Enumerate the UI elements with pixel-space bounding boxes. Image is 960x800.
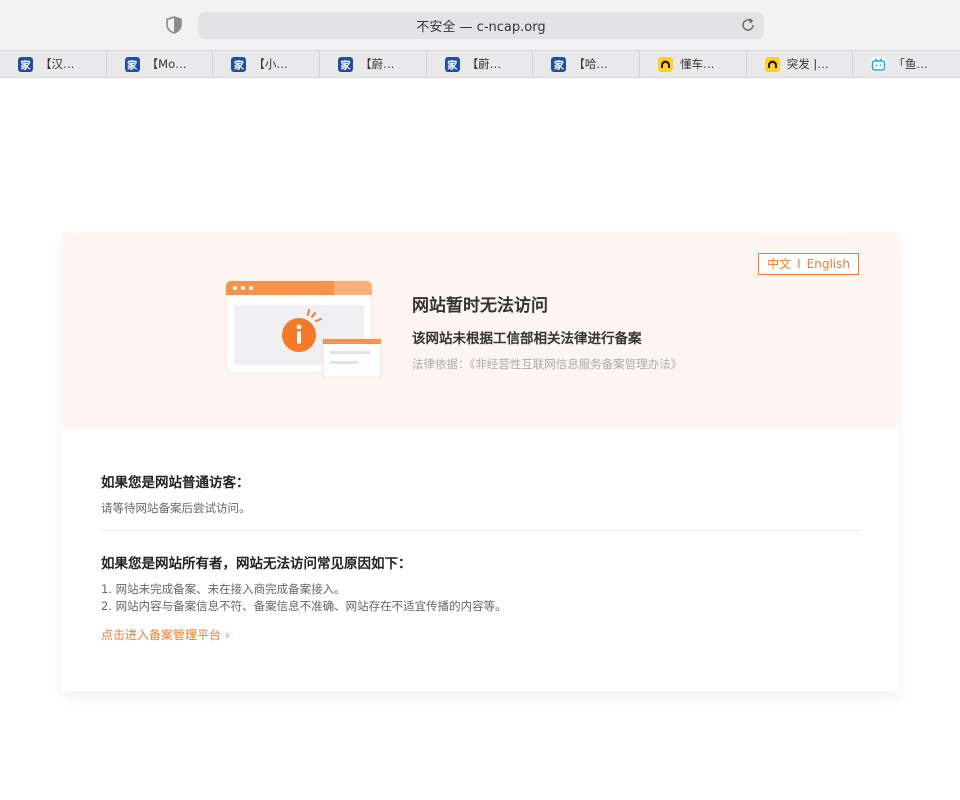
- bookmark-item[interactable]: 家 【蔚…: [427, 51, 534, 77]
- visitor-section: 如果您是网站普通访客： 请等待网站备案后尝试访问。: [101, 471, 861, 517]
- bookmark-label: 【汉…: [40, 57, 75, 71]
- bookmark-label: 【蔚…: [360, 57, 395, 71]
- reason-item: 1. 网站未完成备案、未在接入商完成备案接入。: [101, 582, 346, 596]
- owner-title: 如果您是网站所有者，网站无法访问常见原因如下：: [101, 556, 412, 572]
- bookmark-label: 【蔚…: [466, 57, 502, 71]
- lang-chinese[interactable]: 中文: [767, 257, 791, 271]
- reason-item: 2. 网站内容与备案信息不符、备案信息不准确、网站存在不适宜传播的内容等。: [101, 599, 507, 613]
- address-bar[interactable]: 不安全 — c-ncap.org: [198, 12, 764, 39]
- autohome-icon: 家: [124, 56, 140, 72]
- autohome-icon: 家: [338, 56, 354, 72]
- bookmark-item[interactable]: 突发 |…: [747, 51, 854, 77]
- bookmark-label: 「鱼…: [893, 57, 928, 71]
- bookmark-item[interactable]: 家 【蔚…: [320, 51, 427, 77]
- browser-warning-illustration: [225, 280, 382, 378]
- visitor-title: 如果您是网站普通访客：: [101, 475, 250, 491]
- legal-basis: 法律依据：《非经营性互联网信息服务备案管理办法》: [412, 357, 683, 371]
- browser-toolbar: 不安全 — c-ncap.org: [0, 0, 960, 50]
- reload-icon[interactable]: [740, 17, 756, 33]
- bookmark-label: 【小…: [253, 57, 288, 71]
- autohome-icon: 家: [231, 56, 247, 72]
- bookmark-label: 懂车…: [680, 57, 715, 71]
- banner-text: 网站暂时无法访问 该网站未根据工信部相关法律进行备案 法律依据：《非经营性互联网…: [412, 291, 682, 372]
- notice-card: 中文 I English 网站暂时无法访问 该网站未根据工信部相关法律进行备案 …: [62, 233, 899, 691]
- autohome-icon: 家: [18, 56, 33, 72]
- autohome-icon: 家: [551, 56, 567, 72]
- bookmark-item[interactable]: 懂车…: [640, 51, 747, 77]
- bookmark-label: 突发 |…: [786, 57, 829, 71]
- autohome-icon: 家: [444, 56, 460, 72]
- bookmark-item[interactable]: 家 【小…: [213, 51, 321, 77]
- bookmark-item[interactable]: 家 【哈…: [533, 51, 641, 77]
- bookmark-item[interactable]: 家 【Mo…: [107, 51, 214, 77]
- shield-icon[interactable]: [166, 16, 182, 34]
- lang-separator: I: [797, 257, 801, 271]
- dongchedi-icon: [658, 56, 674, 72]
- language-switch[interactable]: 中文 I English: [758, 253, 859, 275]
- filing-platform-link[interactable]: 点击进入备案管理平台 ›: [101, 626, 230, 643]
- bookmark-label: 【Mo…: [146, 57, 187, 71]
- page-subtitle: 该网站未根据工信部相关法律进行备案: [412, 331, 642, 347]
- owner-section: 如果您是网站所有者，网站无法访问常见原因如下： 1. 网站未完成备案、未在接入商…: [101, 552, 861, 615]
- visitor-text: 请等待网站备案后尝试访问。: [101, 501, 251, 515]
- bookmark-item[interactable]: 「鱼…: [853, 51, 960, 77]
- bilibili-icon: [871, 56, 887, 72]
- dongchedi-icon: [764, 56, 780, 72]
- divider: [101, 530, 861, 531]
- bookmark-label: 【哈…: [573, 57, 608, 71]
- page-title: 网站暂时无法访问: [412, 296, 548, 316]
- lang-english[interactable]: English: [807, 257, 850, 271]
- address-text: 不安全 — c-ncap.org: [416, 20, 546, 35]
- page-content: 中文 I English 网站暂时无法访问 该网站未根据工信部相关法律进行备案 …: [0, 78, 960, 800]
- bookmark-item[interactable]: 家 【汉…: [0, 51, 107, 77]
- bookmarks-bar: 家 【汉… 家 【Mo… 家 【小… 家 【蔚… 家 【蔚… 家 【哈… 懂车……: [0, 50, 960, 78]
- notice-banner: 中文 I English 网站暂时无法访问 该网站未根据工信部相关法律进行备案 …: [62, 233, 899, 428]
